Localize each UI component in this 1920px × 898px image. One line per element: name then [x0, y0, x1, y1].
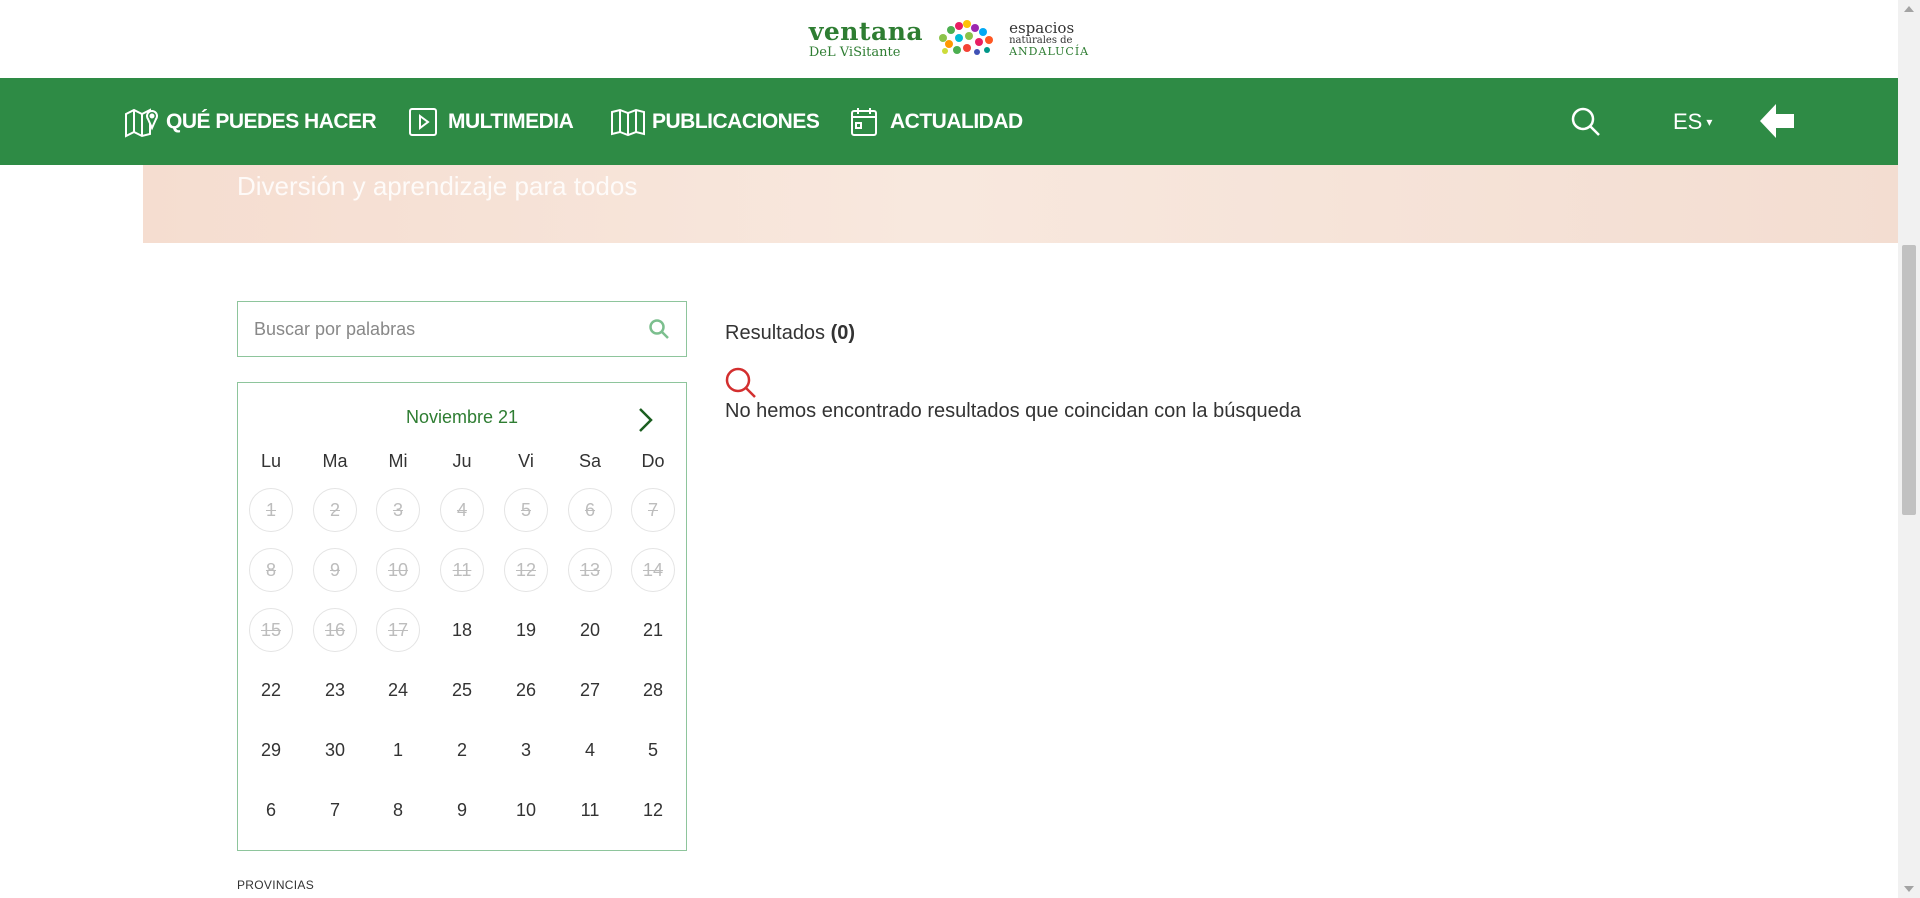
calendar-day[interactable]: 29	[249, 728, 293, 772]
calendar-day[interactable]: 27	[568, 668, 612, 712]
no-results-message: No hemos encontrado resultados que coinc…	[725, 400, 1301, 422]
language-label: ES	[1673, 108, 1703, 134]
calendar: Noviembre 21 Lu Ma Mi Ju Vi Sa Do 1 2 3 4 5 6 7 8 9 10 11…	[237, 382, 687, 851]
hero-banner: Diversión y aprendizaje para todos	[143, 165, 1898, 243]
calendar-day-disabled: 9	[313, 548, 357, 592]
page-scrollbar[interactable]	[1898, 0, 1920, 898]
calendar-day[interactable]: 12	[631, 788, 675, 832]
calendar-day[interactable]: 3	[504, 728, 548, 772]
calendar-day[interactable]: 10	[504, 788, 548, 832]
no-results-search-icon	[725, 367, 756, 398]
calendar-weekday: Ma	[322, 451, 348, 471]
calendar-day-disabled: 4	[440, 488, 484, 532]
calendar-day[interactable]: 7	[313, 788, 357, 832]
play-icon	[409, 107, 437, 136]
search-input[interactable]	[254, 318, 648, 340]
nav-label: MULTIMEDIA	[448, 109, 574, 133]
results-count: (0)	[830, 322, 856, 344]
results-label: Resultados	[725, 322, 826, 344]
logo-right-3: ANDALUCÍA	[1009, 45, 1090, 58]
calendar-weekday: Sa	[578, 451, 602, 471]
calendar-day-disabled: 12	[504, 548, 548, 592]
main-nav: QUÉ PUEDES HACER MULTIMEDIA PUBLICACIONE…	[0, 78, 1898, 165]
calendar-weekday: Ju	[452, 451, 472, 471]
map-pin-icon	[125, 107, 158, 138]
calendar-day-disabled: 14	[631, 548, 675, 592]
scroll-down-icon[interactable]	[1904, 886, 1914, 892]
calendar-day-disabled: 17	[376, 608, 420, 652]
logo-line-1: ventana	[808, 17, 924, 46]
calendar-day[interactable]: 19	[504, 608, 548, 652]
search-icon[interactable]	[648, 318, 670, 340]
calendar-weekday: Vi	[518, 451, 534, 471]
logo-flower-icon	[939, 20, 994, 55]
calendar-day-disabled: 3	[376, 488, 420, 532]
results-title: Resultados (0)	[725, 322, 855, 345]
calendar-day[interactable]: 26	[504, 668, 548, 712]
calendar-day-disabled: 11	[440, 548, 484, 592]
arrow-left-icon[interactable]	[1756, 100, 1798, 142]
calendar-day[interactable]: 1	[376, 728, 420, 772]
search-icon[interactable]	[1570, 106, 1602, 138]
nav-publicaciones[interactable]: PUBLICACIONES	[610, 78, 820, 165]
logo-ventana-text: ventana DeL ViSitante	[809, 19, 923, 59]
logo-bar: ventana DeL ViSitante espacios naturales…	[0, 0, 1898, 78]
nav-label: ACTUALIDAD	[890, 109, 1023, 133]
calendar-day[interactable]: 4	[568, 728, 612, 772]
nav-label: QUÉ PUEDES HACER	[166, 109, 377, 133]
calendar-day[interactable]: 5	[631, 728, 675, 772]
scroll-up-icon[interactable]	[1904, 6, 1914, 12]
calendar-day[interactable]: 21	[631, 608, 675, 652]
calendar-day-disabled: 7	[631, 488, 675, 532]
search-field	[237, 301, 687, 357]
calendar-day[interactable]: 9	[440, 788, 484, 832]
calendar-day[interactable]: 11	[568, 788, 612, 832]
chevron-down-icon: ▾	[1706, 114, 1713, 129]
calendar-day-disabled: 6	[568, 488, 612, 532]
calendar-weekday: Do	[641, 451, 665, 471]
calendar-day-disabled: 2	[313, 488, 357, 532]
calendar-day-disabled: 1	[249, 488, 293, 532]
nav-actualidad[interactable]: ACTUALIDAD	[848, 78, 1023, 165]
calendar-day[interactable]: 25	[440, 668, 484, 712]
calendar-day-disabled: 5	[504, 488, 548, 532]
calendar-day-disabled: 16	[313, 608, 357, 652]
nav-label: PUBLICACIONES	[652, 109, 820, 133]
logo-line-2: DeL ViSitante	[808, 45, 901, 60]
calendar-day-disabled: 10	[376, 548, 420, 592]
logo-right-1: espacios	[1009, 19, 1075, 37]
calendar-month-label: Noviembre 21	[405, 407, 519, 427]
hero-subtitle: Diversión y aprendizaje para todos	[237, 171, 638, 201]
calendar-day[interactable]: 23	[313, 668, 357, 712]
calendar-day[interactable]: 22	[249, 668, 293, 712]
calendar-day-disabled: 13	[568, 548, 612, 592]
calendar-day-disabled: 8	[249, 548, 293, 592]
calendar-day[interactable]: 18	[440, 608, 484, 652]
calendar-weekday: Lu	[260, 451, 282, 471]
calendar-day[interactable]: 8	[376, 788, 420, 832]
calendar-day[interactable]: 2	[440, 728, 484, 772]
calendar-icon	[851, 107, 877, 136]
calendar-day[interactable]: 30	[313, 728, 357, 772]
calendar-day-disabled: 15	[249, 608, 293, 652]
calendar-day[interactable]: 28	[631, 668, 675, 712]
chevron-right-icon[interactable]	[633, 405, 657, 435]
logo-espacios-text: espacios naturales de ANDALUCÍA	[1009, 19, 1090, 58]
book-icon	[611, 108, 645, 136]
provincias-filter-label: PROVINCIAS	[237, 878, 315, 892]
scrollbar-thumb[interactable]	[1902, 245, 1916, 515]
calendar-day[interactable]: 20	[568, 608, 612, 652]
language-selector[interactable]: ES ▾	[1673, 78, 1712, 165]
nav-que-puedes-hacer[interactable]: QUÉ PUEDES HACER	[124, 78, 377, 165]
calendar-weekday: Mi	[388, 451, 408, 471]
nav-multimedia[interactable]: MULTIMEDIA	[406, 78, 574, 165]
site-logo[interactable]: ventana DeL ViSitante espacios naturales…	[809, 18, 1089, 60]
calendar-day[interactable]: 6	[249, 788, 293, 832]
calendar-day[interactable]: 24	[376, 668, 420, 712]
